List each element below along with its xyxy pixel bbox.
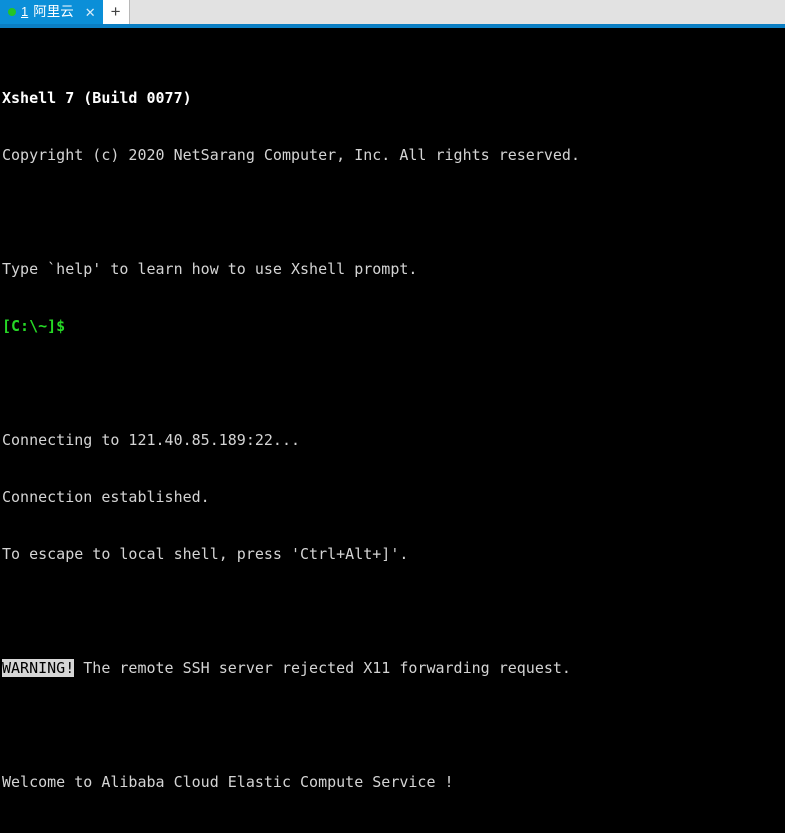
local-prompt: [C:\~]$	[2, 317, 66, 335]
tab-aliyun[interactable]: 1 阿里云 ✕	[0, 0, 103, 24]
welcome-line: Welcome to Alibaba Cloud Elastic Compute…	[2, 773, 454, 791]
warning-message: The remote SSH server rejected X11 forwa…	[74, 659, 571, 677]
terminal-line: Connecting to 121.40.85.189:22...	[2, 431, 785, 450]
app-banner-title: Xshell 7 (Build 0077)	[2, 89, 192, 107]
tab-strip-empty-area	[129, 0, 785, 24]
connection-established-line: Connection established.	[2, 488, 210, 506]
terminal-line: Type `help' to learn how to use Xshell p…	[2, 260, 785, 279]
terminal-line: To escape to local shell, press 'Ctrl+Al…	[2, 545, 785, 564]
terminal-line: [C:\~]$	[2, 317, 785, 336]
help-hint-line: Type `help' to learn how to use Xshell p…	[2, 260, 418, 278]
terminal-line: Copyright (c) 2020 NetSarang Computer, I…	[2, 146, 785, 165]
tab-title-label: 阿里云	[33, 4, 74, 19]
green-dot-icon	[8, 8, 16, 16]
terminal-line: Welcome to Alibaba Cloud Elastic Compute…	[2, 773, 785, 792]
warning-badge: WARNING!	[2, 659, 75, 677]
terminal-line: WARNING! The remote SSH server rejected …	[2, 659, 785, 678]
terminal-line: Connection established.	[2, 488, 785, 507]
terminal-line: Xshell 7 (Build 0077)	[2, 89, 785, 108]
escape-hint-line: To escape to local shell, press 'Ctrl+Al…	[2, 545, 409, 563]
tab-strip: 1 阿里云 ✕ +	[0, 0, 785, 24]
new-tab-button[interactable]: +	[102, 0, 130, 24]
terminal-output[interactable]: Xshell 7 (Build 0077) Copyright (c) 2020…	[0, 28, 785, 833]
tab-index-label: 1	[21, 4, 29, 19]
close-icon[interactable]: ✕	[85, 6, 96, 19]
connecting-line: Connecting to 121.40.85.189:22...	[2, 431, 301, 449]
copyright-line: Copyright (c) 2020 NetSarang Computer, I…	[2, 146, 580, 164]
